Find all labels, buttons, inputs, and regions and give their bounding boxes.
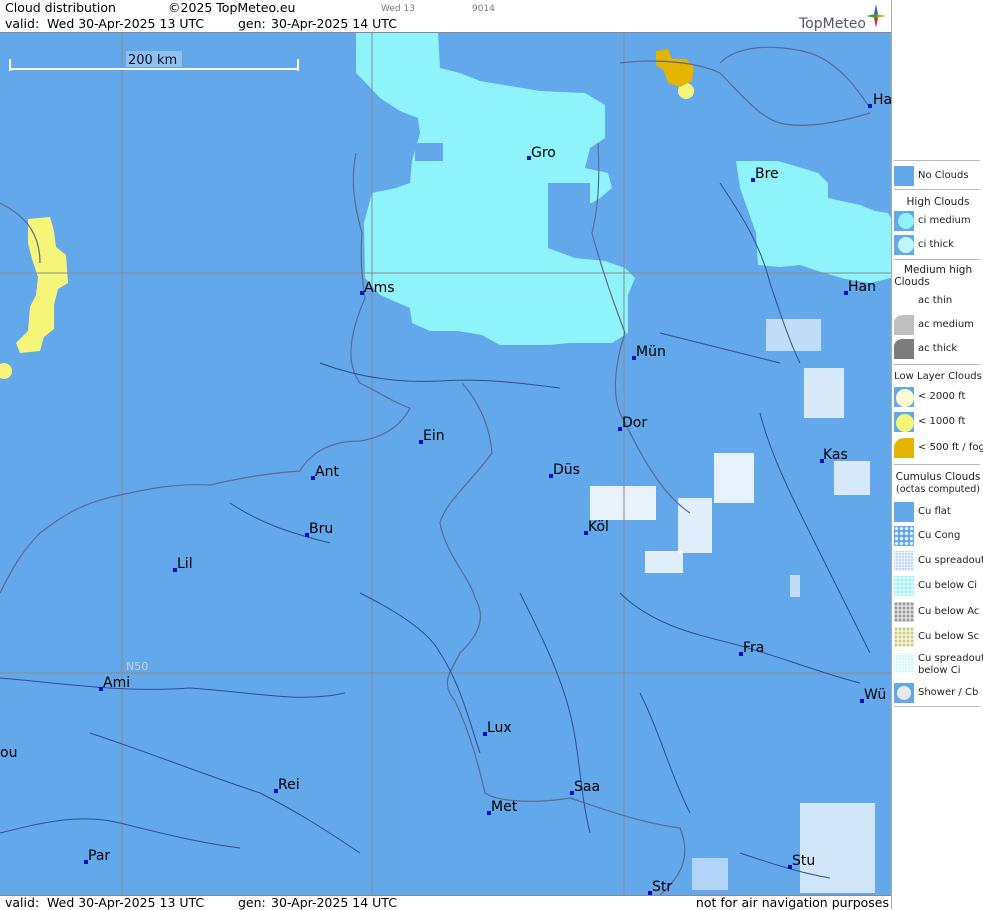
legend-cu-flat[interactable]: Cu flat [893, 501, 983, 523]
city-gro[interactable]: Gro [531, 145, 556, 161]
legend-lt-2000[interactable]: < 2000 ft [893, 386, 983, 408]
ac-thin-swatch-icon [894, 291, 914, 311]
city-met[interactable]: Met [491, 799, 518, 815]
small-code-label: 9014 [472, 4, 495, 14]
ac-medium-swatch-icon [894, 315, 914, 335]
ci-thick-swatch-icon [894, 235, 914, 255]
legend-cu-below-ci[interactable]: Cu below Ci [893, 575, 983, 597]
footer-gen-label: gen: [238, 895, 266, 910]
lt-2000-swatch-icon [894, 387, 914, 407]
map-title: Cloud distribution [5, 0, 116, 15]
legend-ci-medium[interactable]: ci medium [893, 210, 983, 232]
city-rei[interactable]: Rei [278, 777, 300, 793]
valid-label: valid: [5, 16, 40, 31]
city-mun[interactable]: Mün [636, 344, 666, 360]
legend-high-clouds-heading: High Clouds [906, 196, 970, 208]
city-bre[interactable]: Bre [755, 166, 779, 182]
city-ein[interactable]: Ein [423, 428, 445, 444]
brand-name: TopMeteo [799, 16, 866, 32]
legend-cu-spreadout[interactable]: Cu spreadout [893, 550, 983, 572]
legend-no-clouds[interactable]: No Clouds [893, 165, 983, 187]
small-day-label: Wed 13 [381, 4, 415, 14]
city-bru[interactable]: Bru [309, 521, 333, 537]
map-header: Cloud distribution ©2025 TopMeteo.eu Wed… [0, 0, 891, 33]
city-ams[interactable]: Ams [364, 280, 395, 296]
legend-lt-1000[interactable]: < 1000 ft [893, 411, 983, 433]
cu-spreadout-swatch-icon [894, 551, 914, 571]
city-lil[interactable]: Lil [177, 556, 193, 572]
city-dor[interactable]: Dor [622, 415, 647, 431]
city-wu[interactable]: Wü [864, 687, 886, 703]
map-footer: valid: Wed 30-Apr-2025 13 UTC gen: 30-Ap… [0, 895, 891, 910]
city-ou[interactable]: ou [0, 745, 17, 761]
ci-medium-swatch-icon [894, 211, 914, 231]
latitude-label: N50 [126, 660, 148, 673]
cu-below-ci-swatch-icon [894, 576, 914, 596]
legend-low-layer-heading: Low Layer Clouds [894, 371, 982, 382]
legend-medium-high-heading-1: Medium high [903, 264, 973, 276]
city-dus[interactable]: Düs [553, 462, 580, 478]
topmeteo-logo[interactable]: TopMeteo [778, 2, 888, 32]
ac-thick-swatch-icon [894, 339, 914, 359]
compass-icon [866, 4, 886, 28]
legend-octas-computed: (octas computed) [896, 484, 980, 495]
cu-cong-swatch-icon [894, 526, 914, 546]
city-str[interactable]: Str [652, 879, 672, 895]
footer-gen-value: 30-Apr-2025 14 UTC [271, 895, 397, 910]
lt-1000-swatch-icon [894, 412, 914, 432]
city-kol[interactable]: Köl [588, 519, 609, 535]
shower-cb-swatch-icon [894, 683, 914, 703]
city-han[interactable]: Han [848, 279, 876, 295]
legend-panel: No Clouds High Clouds ci medium ci thick… [891, 0, 983, 909]
valid-value: Wed 30-Apr-2025 13 UTC [47, 16, 205, 31]
cu-flat-swatch-icon [894, 502, 914, 522]
disclaimer: not for air navigation purposes [695, 895, 889, 910]
city-fra[interactable]: Fra [743, 640, 764, 656]
scale-label: 200 km [128, 53, 177, 68]
city-ha[interactable]: Ha [873, 92, 891, 108]
city-par[interactable]: Par [88, 848, 110, 864]
city-stu[interactable]: Stu [792, 853, 815, 869]
cu-below-ac-swatch-icon [894, 602, 914, 622]
city-ami[interactable]: Ami [103, 675, 130, 691]
legend-cu-cong[interactable]: Cu Cong [893, 525, 983, 547]
gen-label: gen: [238, 16, 266, 31]
city-saa[interactable]: Saa [574, 779, 600, 795]
cu-below-sc-swatch-icon [894, 627, 914, 647]
legend-lt-500[interactable]: < 500 ft / fog [893, 437, 983, 459]
legend-shower-cb[interactable]: Shower / Cb [893, 682, 983, 704]
footer-valid-label: valid: [5, 895, 40, 910]
legend-ac-medium[interactable]: ac medium [893, 314, 983, 336]
lt-500-swatch-icon [894, 438, 914, 458]
gen-value: 30-Apr-2025 14 UTC [271, 16, 397, 31]
legend-ci-thick[interactable]: ci thick [893, 234, 983, 256]
legend-cu-below-sc[interactable]: Cu below Sc [893, 626, 983, 648]
city-kas[interactable]: Kas [823, 447, 848, 463]
legend-ac-thick[interactable]: ac thick [893, 338, 983, 360]
legend-cu-below-ac[interactable]: Cu below Ac [893, 601, 983, 623]
city-marker[interactable] [868, 104, 872, 108]
cloud-map[interactable]: 200 km N50 Gro Bre Ha Ams Han Mün Dor Ei… [0, 33, 891, 895]
no-clouds-swatch-icon [894, 166, 914, 186]
city-lux[interactable]: Lux [487, 720, 512, 736]
cu-spreadout-below-ci-swatch-icon [894, 653, 914, 673]
legend-cumulus-heading: Cumulus Clouds [895, 471, 981, 483]
footer-valid-value: Wed 30-Apr-2025 13 UTC [47, 895, 205, 910]
copyright: ©2025 TopMeteo.eu [168, 0, 296, 15]
legend-medium-high-heading-2: Clouds [894, 276, 930, 288]
city-ant[interactable]: Ant [315, 464, 339, 480]
legend-ac-thin[interactable]: ac thin [893, 290, 983, 312]
legend-cu-spreadout-below-ci[interactable]: Cu spreadout below Ci [893, 652, 983, 678]
